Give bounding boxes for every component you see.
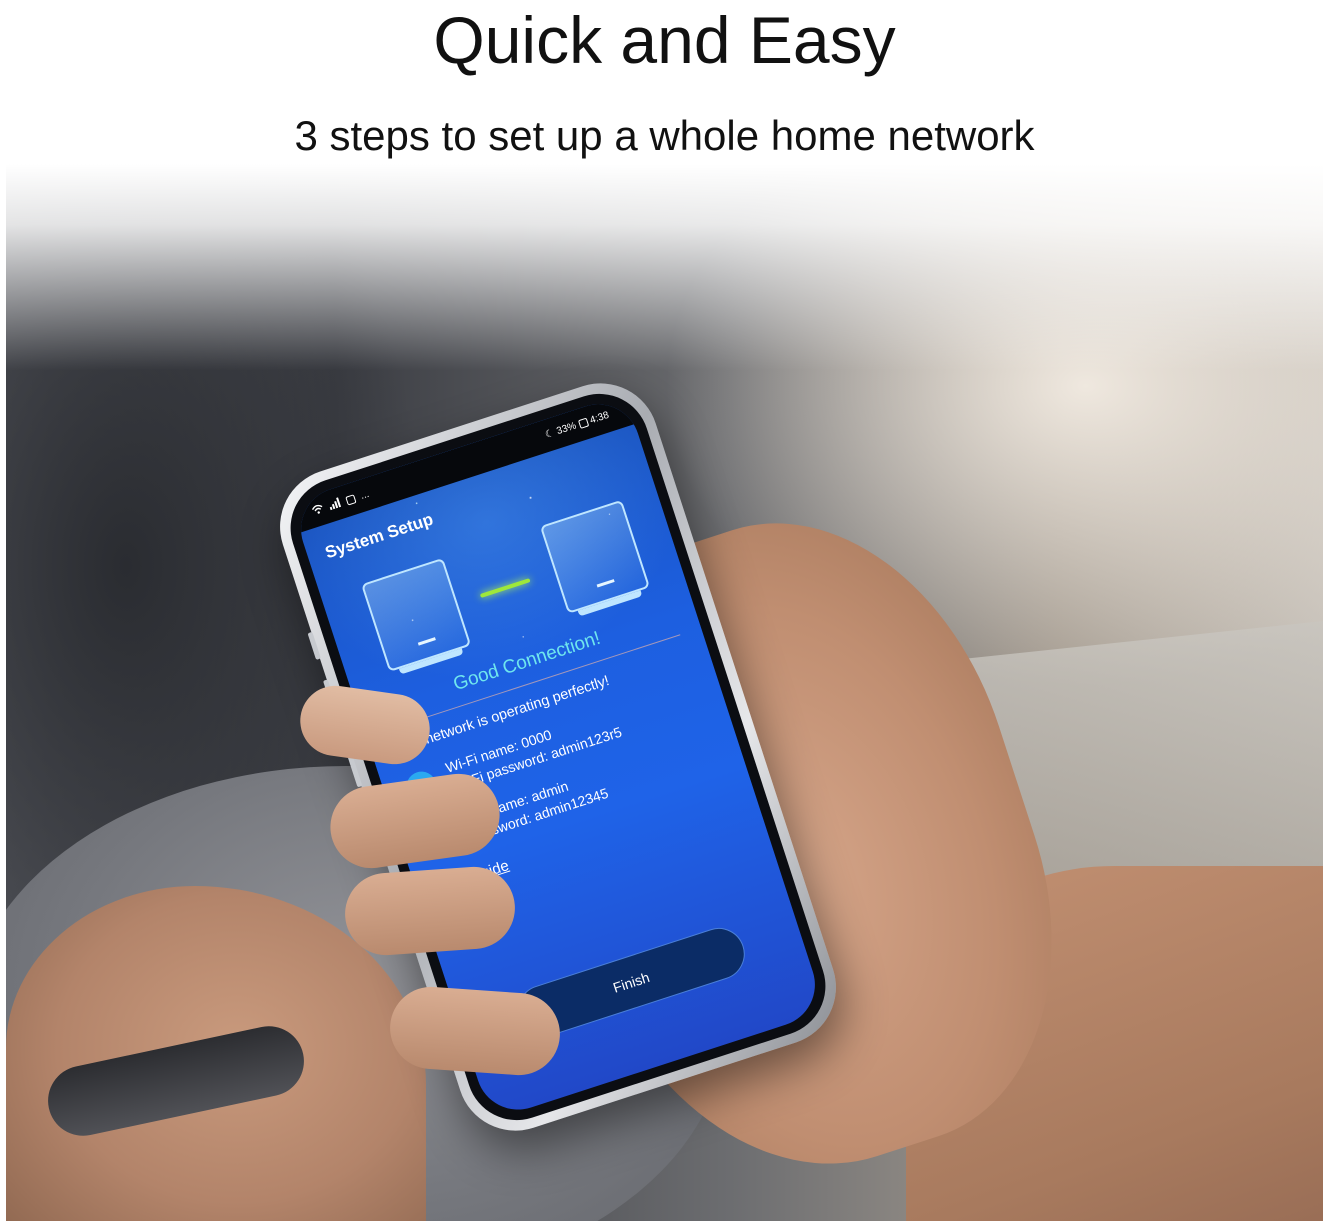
finger — [387, 984, 563, 1078]
status-time: 4:38 — [588, 409, 611, 427]
message-icon — [345, 494, 357, 506]
wifi-signal-icon — [310, 503, 325, 519]
page-subtitle: 3 steps to set up a whole home network — [294, 112, 1035, 159]
cell-signal-icon — [328, 497, 343, 513]
status-dots: ... — [359, 488, 371, 502]
moon-icon: ☾ — [543, 427, 556, 441]
router-node — [539, 499, 651, 617]
connection-link-indicator — [479, 578, 531, 598]
router-primary — [361, 557, 472, 675]
battery-percent: 33% — [555, 420, 578, 438]
battery-icon — [577, 417, 589, 430]
page-title: Quick and Easy — [433, 3, 896, 77]
marketing-banner: Quick and Easy 3 steps to set up a whole… — [0, 0, 1329, 1227]
finger — [342, 864, 518, 958]
